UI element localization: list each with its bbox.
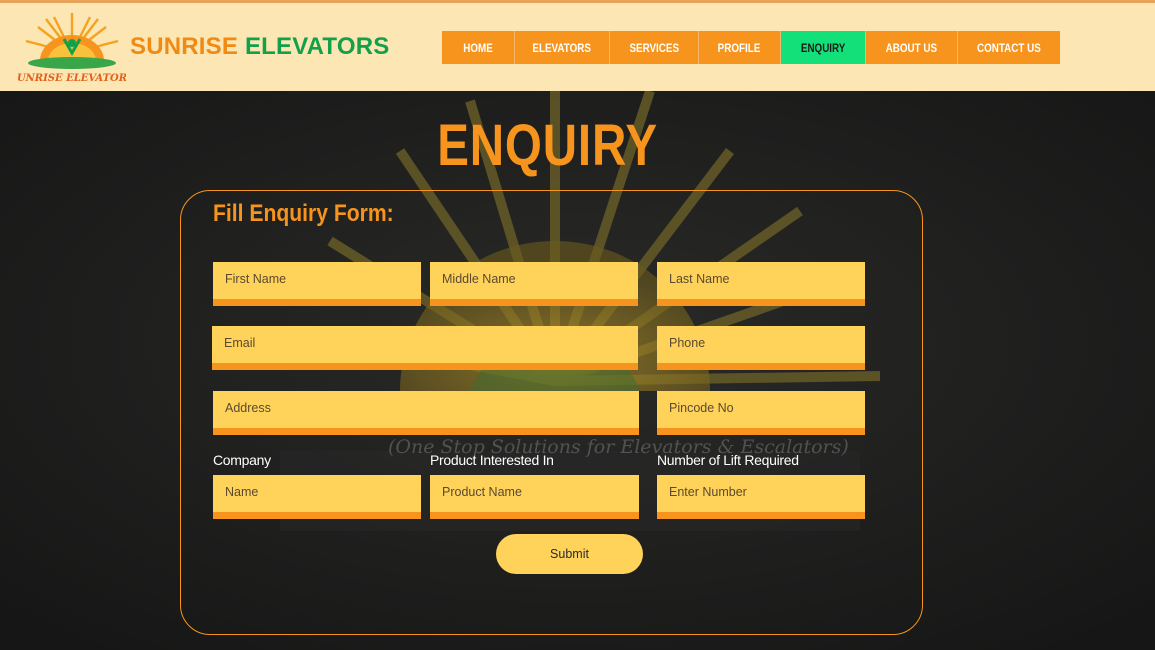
page-title-text: ENQUIRY [437,113,658,178]
phone-input[interactable]: Phone [657,326,865,370]
nav-services-label: SERVICES [629,40,679,55]
last-name-placeholder: Last Name [669,272,730,286]
nav-profile-label: PROFILE [718,40,761,55]
company-name-input[interactable]: Name [213,475,421,519]
svg-text:SUNRISE ELEVATORS: SUNRISE ELEVATORS [18,73,126,84]
address-input[interactable]: Address [213,391,639,435]
lifts-number-placeholder: Enter Number [669,485,747,499]
brand-word-elevators: ELEVATORS [244,33,390,60]
middle-name-placeholder: Middle Name [442,272,516,286]
middle-name-input[interactable]: Middle Name [430,262,638,306]
phone-placeholder: Phone [669,336,706,350]
nav-contact-us[interactable]: CONTACT US [958,31,1060,64]
email-placeholder: Email [224,336,256,350]
nav-elevators-label: ELEVATORS [532,40,592,55]
page-title: ENQUIRY [0,112,1095,179]
company-label: Company [213,452,271,468]
address-placeholder: Address [225,401,271,415]
lifts-number-input[interactable]: Enter Number [657,475,865,519]
first-name-placeholder: First Name [225,272,287,286]
pincode-input[interactable]: Pincode No [657,391,865,435]
site-header: SUNRISE ELEVATORS SUNRISE ELEVATORS HOME… [0,0,1155,91]
nav-profile[interactable]: PROFILE [699,31,781,64]
nav-about-us-label: ABOUT US [885,40,938,55]
nav-enquiry[interactable]: ENQUIRY [781,31,866,64]
product-name-input[interactable]: Product Name [430,475,639,519]
sunrise-logo-icon[interactable]: SUNRISE ELEVATORS [18,9,126,87]
product-interested-label: Product Interested In [430,452,554,468]
email-input[interactable]: Email [212,326,638,370]
nav-about-us[interactable]: ABOUT US [866,31,958,64]
nav-enquiry-label: ENQUIRY [800,40,846,55]
lifts-required-label: Number of Lift Required [657,452,799,468]
nav-home[interactable]: HOME [442,31,515,64]
form-heading: Fill Enquiry Form: [213,200,418,228]
nav-elevators[interactable]: ELEVATORS [515,31,610,64]
submit-button[interactable]: Submit [496,534,643,574]
company-name-placeholder: Name [225,485,259,499]
product-name-placeholder: Product Name [442,485,522,499]
brand-name[interactable]: SUNRISE ELEVATORS [130,33,389,61]
pincode-placeholder: Pincode No [669,401,734,415]
first-name-input[interactable]: First Name [213,262,421,306]
nav-contact-us-label: CONTACT US [977,40,1041,55]
brand-word-sunrise: SUNRISE [130,33,239,60]
main-nav: HOME ELEVATORS SERVICES PROFILE ENQUIRY … [442,31,1060,64]
form-heading-text: Fill Enquiry Form: [213,200,394,227]
nav-services[interactable]: SERVICES [610,31,699,64]
last-name-input[interactable]: Last Name [657,262,865,306]
nav-home-label: HOME [463,40,493,55]
